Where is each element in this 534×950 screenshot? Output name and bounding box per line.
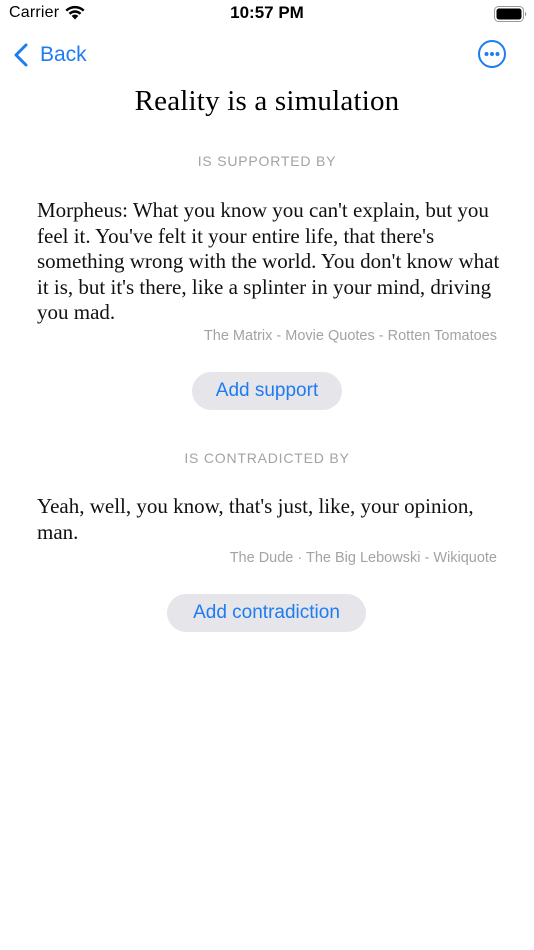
supporting-quote: Morpheus: What you know you can't explai…: [37, 198, 500, 324]
back-button[interactable]: Back: [14, 40, 87, 70]
ellipsis-circle-icon[interactable]: [477, 39, 507, 69]
contradicted-header: IS CONTRADICTED BY: [184, 450, 350, 466]
contradicting-quote: Yeah, well, you know, that's just, like,…: [37, 494, 474, 544]
add-support-button[interactable]: Add support: [192, 372, 342, 410]
status-time: 10:57 PM: [230, 3, 304, 22]
contradicting-source: The Dude · The Big Lebowski - Wikiquote: [229, 550, 497, 566]
battery-icon: [494, 6, 527, 22]
page-title: Reality is a simulation: [134, 85, 400, 117]
add-contradiction-button[interactable]: Add contradiction: [167, 594, 366, 632]
status-bar: Carrier 10:57 PM: [0, 0, 534, 30]
chevron-left-icon: [14, 43, 28, 67]
supported-header: IS SUPPORTED BY: [197, 153, 337, 169]
back-label: Back: [40, 43, 87, 66]
supporting-source: The Matrix - Movie Quotes - Rotten Tomat…: [203, 328, 497, 344]
